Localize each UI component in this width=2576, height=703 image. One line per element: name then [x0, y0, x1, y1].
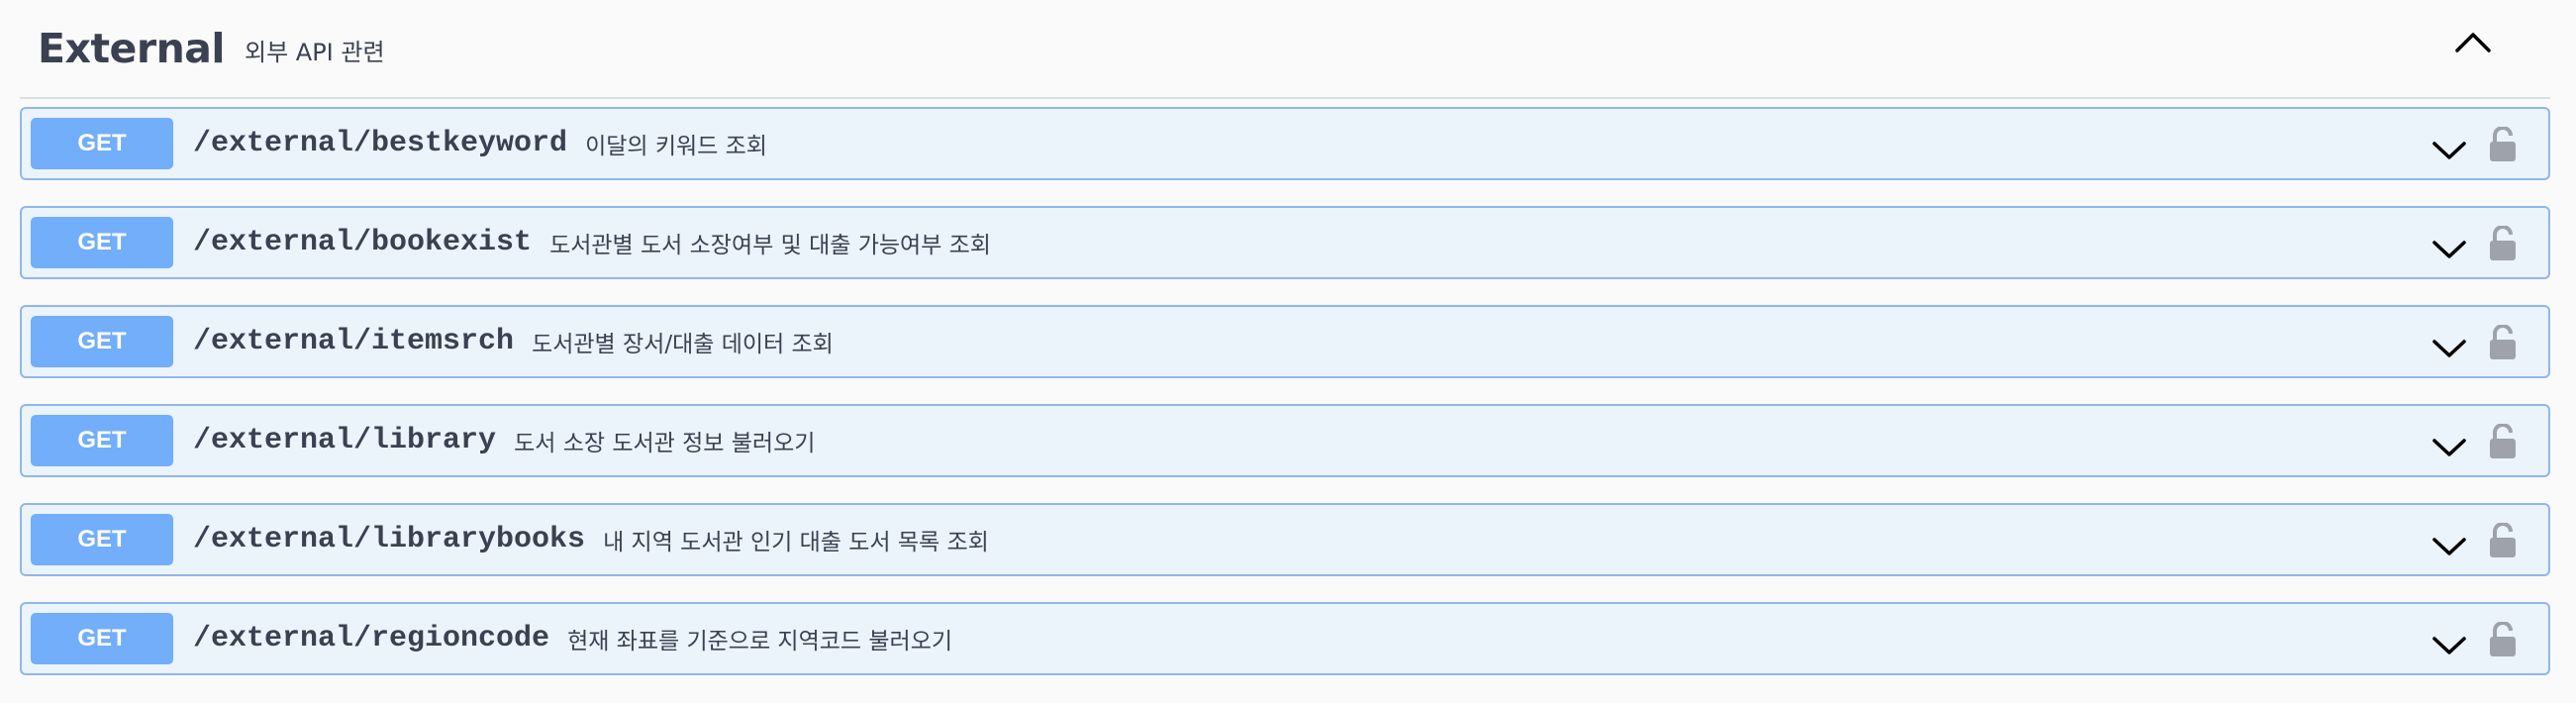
operation-row[interactable]: GET /external/bookexist 도서관별 도서 소장여부 및 대…	[20, 206, 2550, 279]
method-badge: GET	[31, 316, 173, 367]
method-badge: GET	[31, 415, 173, 466]
chevron-down-icon[interactable]	[2429, 527, 2469, 566]
method-badge: GET	[31, 217, 173, 268]
operation-row[interactable]: GET /external/bestkeyword 이달의 키워드 조회	[20, 107, 2550, 180]
unlocked-lock-icon[interactable]	[2483, 222, 2523, 265]
unlocked-lock-icon[interactable]	[2483, 519, 2523, 562]
method-badge: GET	[31, 514, 173, 565]
chevron-up-icon[interactable]	[2453, 22, 2493, 61]
method-badge: GET	[31, 613, 173, 664]
endpoint-path: /external/bestkeyword	[193, 127, 568, 160]
endpoint-summary: 도서관별 장서/대출 데이터 조회	[532, 332, 834, 357]
endpoint-path: /external/bookexist	[193, 226, 533, 259]
operation-row[interactable]: GET /external/librarybooks 내 지역 도서관 인기 대…	[20, 503, 2550, 576]
chevron-down-icon[interactable]	[2429, 230, 2469, 269]
unlocked-lock-icon[interactable]	[2483, 321, 2523, 364]
endpoint-path: /external/library	[193, 424, 497, 457]
unlocked-lock-icon[interactable]	[2483, 420, 2523, 463]
endpoint-summary: 도서관별 도서 소장여부 및 대출 가능여부 조회	[549, 233, 991, 258]
operation-row[interactable]: GET /external/regioncode 현재 좌표를 기준으로 지역코…	[20, 602, 2550, 675]
chevron-down-icon[interactable]	[2429, 329, 2469, 368]
endpoint-summary: 현재 좌표를 기준으로 지역코드 불러오기	[567, 629, 953, 654]
endpoint-summary: 내 지역 도서관 인기 대출 도서 목록 조회	[603, 530, 989, 555]
unlocked-lock-icon[interactable]	[2483, 123, 2523, 166]
unlocked-lock-icon[interactable]	[2483, 618, 2523, 661]
endpoint-path: /external/itemsrch	[193, 325, 515, 358]
endpoint-path: /external/regioncode	[193, 622, 550, 655]
chevron-down-icon[interactable]	[2429, 626, 2469, 665]
operations-list: GET /external/bestkeyword 이달의 키워드 조회 GET…	[20, 107, 2550, 701]
chevron-down-icon[interactable]	[2429, 428, 2469, 467]
endpoint-summary: 도서 소장 도서관 정보 불러오기	[514, 431, 816, 456]
method-badge: GET	[31, 118, 173, 169]
tag-description: 외부 API 관련	[245, 38, 385, 66]
endpoint-path: /external/librarybooks	[193, 523, 586, 556]
tag-section-header[interactable]: External 외부 API 관련	[20, 0, 2550, 99]
operation-row[interactable]: GET /external/itemsrch 도서관별 장서/대출 데이터 조회	[20, 305, 2550, 378]
tag-title: External	[38, 25, 226, 72]
operation-row[interactable]: GET /external/library 도서 소장 도서관 정보 불러오기	[20, 404, 2550, 477]
chevron-down-icon[interactable]	[2429, 131, 2469, 170]
endpoint-summary: 이달의 키워드 조회	[585, 134, 767, 159]
